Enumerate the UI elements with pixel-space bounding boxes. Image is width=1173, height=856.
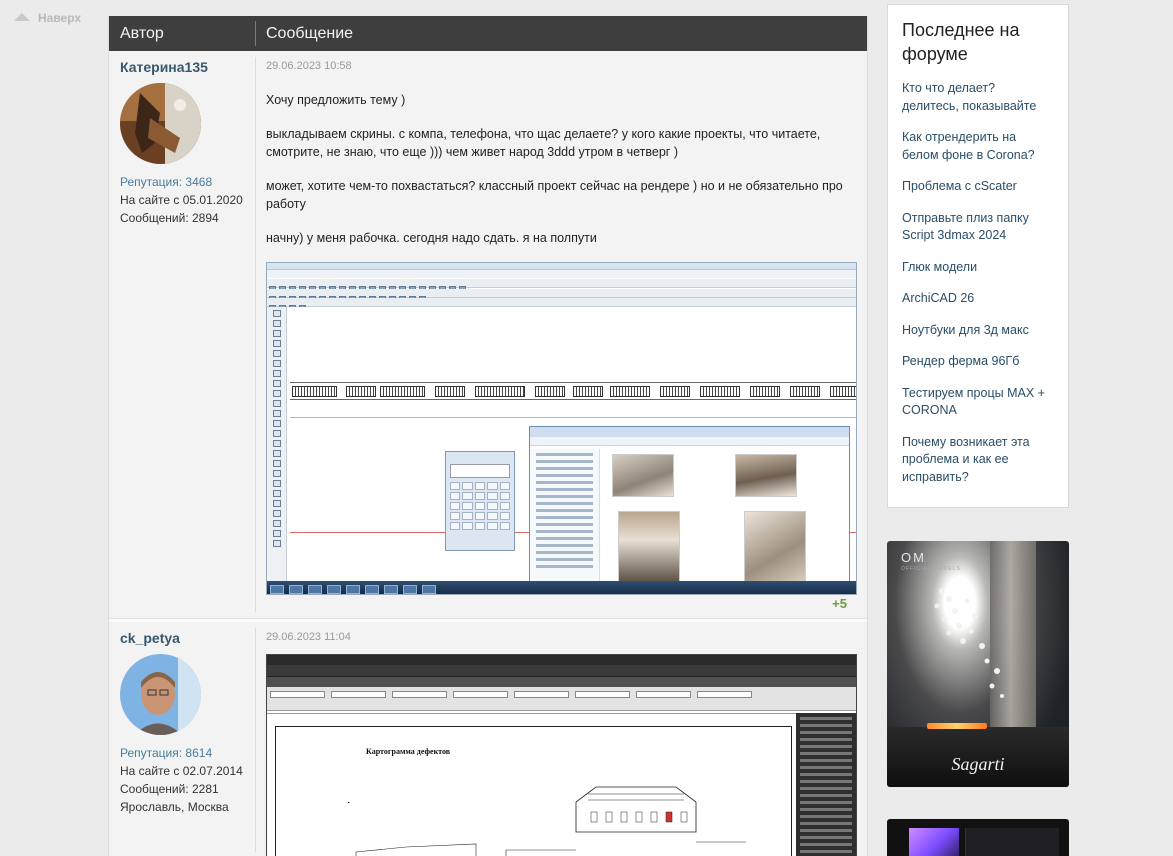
render-thumbnail bbox=[735, 454, 797, 497]
forum-post: ck_petya Репутация: 8614 На сайте с 02.0… bbox=[109, 619, 867, 856]
screenshot-explorer-window bbox=[529, 426, 850, 586]
author-joined: На сайте с 05.01.2020 bbox=[120, 193, 243, 207]
render-thumbnail bbox=[744, 511, 806, 583]
post-body: 29.06.2023 11:04 Картограмма дефектов bbox=[266, 631, 858, 856]
post-date: 29.06.2023 11:04 bbox=[266, 631, 351, 643]
post-screenshot-image[interactable]: Картограмма дефектов bbox=[266, 654, 857, 856]
screenshot-titlebar bbox=[267, 263, 856, 270]
message-column-header: Сообщение bbox=[266, 25, 354, 42]
screenshot-toolbar bbox=[267, 279, 856, 292]
author-joined: На сайте с 02.07.2014 bbox=[120, 764, 243, 778]
avatar-image bbox=[120, 654, 201, 735]
back-to-top-label: Наверх bbox=[38, 11, 82, 25]
latest-forum-sidebar: Последнее на форуме Кто что делает? дели… bbox=[887, 4, 1069, 508]
sidebar-topic-link[interactable]: Рендер ферма 96Гб bbox=[902, 353, 1054, 371]
sidebar-topic-link[interactable]: Как отрендерить на белом фоне в Corona? bbox=[902, 129, 1054, 164]
author-column-header: Автор bbox=[120, 25, 164, 42]
screenshot-menubar bbox=[267, 665, 856, 677]
avatar[interactable] bbox=[120, 83, 201, 164]
screenshot-side-toolbar bbox=[267, 307, 287, 581]
chandelier-graphic bbox=[934, 588, 1004, 698]
forum-post: Катерина135 Репутация: 3468 На сайте с 0… bbox=[109, 51, 867, 619]
screenshot-cad-canvas: Картограмма дефектов bbox=[267, 713, 796, 856]
screenshot-properties-panel bbox=[796, 713, 856, 856]
sidebar-topic-link[interactable]: Проблема с cScater bbox=[902, 178, 1054, 196]
post-divider bbox=[255, 57, 256, 612]
post-paragraph: начну) у меня рабочка. сегодня надо сдат… bbox=[266, 231, 597, 245]
author-meta: Репутация: 3468 На сайте с 05.01.2020 Со… bbox=[120, 173, 250, 227]
sidebar-link-list: Кто что делает? делитесь, показывайте Ка… bbox=[902, 80, 1054, 486]
ad-image-graphic bbox=[909, 828, 959, 856]
arrow-up-icon bbox=[14, 13, 30, 21]
avatar[interactable] bbox=[120, 654, 201, 735]
author-reputation: Репутация: 8614 bbox=[120, 746, 213, 760]
post-paragraph: Хочу предложить тему ) bbox=[266, 93, 406, 107]
author-location: Ярославль, Москва bbox=[120, 800, 229, 814]
render-thumbnail bbox=[612, 454, 674, 497]
ad-fireplace-graphic bbox=[927, 723, 987, 729]
building-elevation-drawing bbox=[355, 786, 746, 856]
screenshot-guide-line bbox=[290, 417, 856, 418]
post-date: 29.06.2023 10:58 bbox=[266, 60, 352, 72]
screenshot-taskbar bbox=[267, 581, 856, 594]
thread-header: Автор Сообщение bbox=[109, 16, 867, 51]
author-message-count: Сообщений: 2894 bbox=[120, 211, 219, 225]
screenshot-toolbar bbox=[267, 289, 856, 302]
ad-image-graphic bbox=[965, 828, 1059, 856]
post-screenshot-image[interactable] bbox=[266, 262, 857, 595]
sidebar-title: Последнее на форуме bbox=[902, 20, 1020, 64]
ad-logo: OM bbox=[901, 550, 926, 565]
ad-brand-logo: Sagarti bbox=[951, 754, 1005, 774]
sidebar-topic-link[interactable]: Кто что делает? делитесь, показывайте bbox=[902, 80, 1054, 115]
author-reputation: Репутация: 3468 bbox=[120, 175, 213, 189]
second-ad-banner[interactable] bbox=[887, 819, 1069, 856]
screenshot-toolbar bbox=[267, 687, 856, 711]
screenshot-titlebar bbox=[267, 655, 856, 665]
post-body: 29.06.2023 10:58 Хочу предложить тему ) … bbox=[266, 60, 858, 595]
like-counter[interactable]: +5 bbox=[832, 596, 847, 611]
author-meta: Репутация: 8614 На сайте с 02.07.2014 Со… bbox=[120, 744, 250, 816]
sidebar-topic-link[interactable]: ArchiCAD 26 bbox=[902, 290, 1054, 308]
screenshot-drawing-strip bbox=[290, 382, 856, 400]
back-to-top-link[interactable]: Наверх bbox=[14, 11, 81, 25]
ad-logo-subtitle: OFFICIAL MODELS bbox=[901, 566, 961, 572]
sagarti-ad-banner[interactable]: OM OFFICIAL MODELS Sagarti bbox=[887, 541, 1069, 787]
post-divider bbox=[255, 628, 256, 852]
post-author: Катерина135 Репутация: 3468 На сайте с 0… bbox=[120, 59, 250, 227]
post-paragraph: может, хотите чем-то похвастаться? класс… bbox=[266, 179, 843, 211]
drawing-title: Картограмма дефектов bbox=[366, 747, 451, 756]
sidebar-topic-link[interactable]: Ноутбуки для 3д макс bbox=[902, 322, 1054, 340]
post-paragraph: выкладываем скрины. с компа, телефона, ч… bbox=[266, 127, 821, 159]
render-thumbnail bbox=[618, 511, 680, 583]
author-name-link[interactable]: ck_petya bbox=[120, 630, 250, 646]
avatar-image bbox=[120, 83, 201, 164]
sidebar-topic-link[interactable]: Тестируем процы MAX + CORONA bbox=[902, 385, 1054, 420]
screenshot-calculator-window bbox=[445, 451, 515, 551]
author-message-count: Сообщений: 2281 bbox=[120, 782, 219, 796]
sidebar-topic-link[interactable]: Почему возникает эта проблема и как ее и… bbox=[902, 434, 1054, 487]
screenshot-toolbar bbox=[267, 298, 856, 311]
header-divider bbox=[255, 21, 256, 46]
forum-thread: Автор Сообщение Катерина135 Репутация: 3… bbox=[108, 16, 868, 856]
author-name-link[interactable]: Катерина135 bbox=[120, 59, 250, 75]
sidebar-topic-link[interactable]: Глюк модели bbox=[902, 259, 1054, 277]
drawing-frame: Картограмма дефектов bbox=[275, 726, 792, 856]
screenshot-menubar bbox=[267, 270, 856, 278]
screenshot-tabs bbox=[267, 677, 856, 687]
sidebar-topic-link[interactable]: Отправьте плиз папку Script 3dmax 2024 bbox=[902, 210, 1054, 245]
post-author: ck_petya Репутация: 8614 На сайте с 02.0… bbox=[120, 630, 250, 816]
